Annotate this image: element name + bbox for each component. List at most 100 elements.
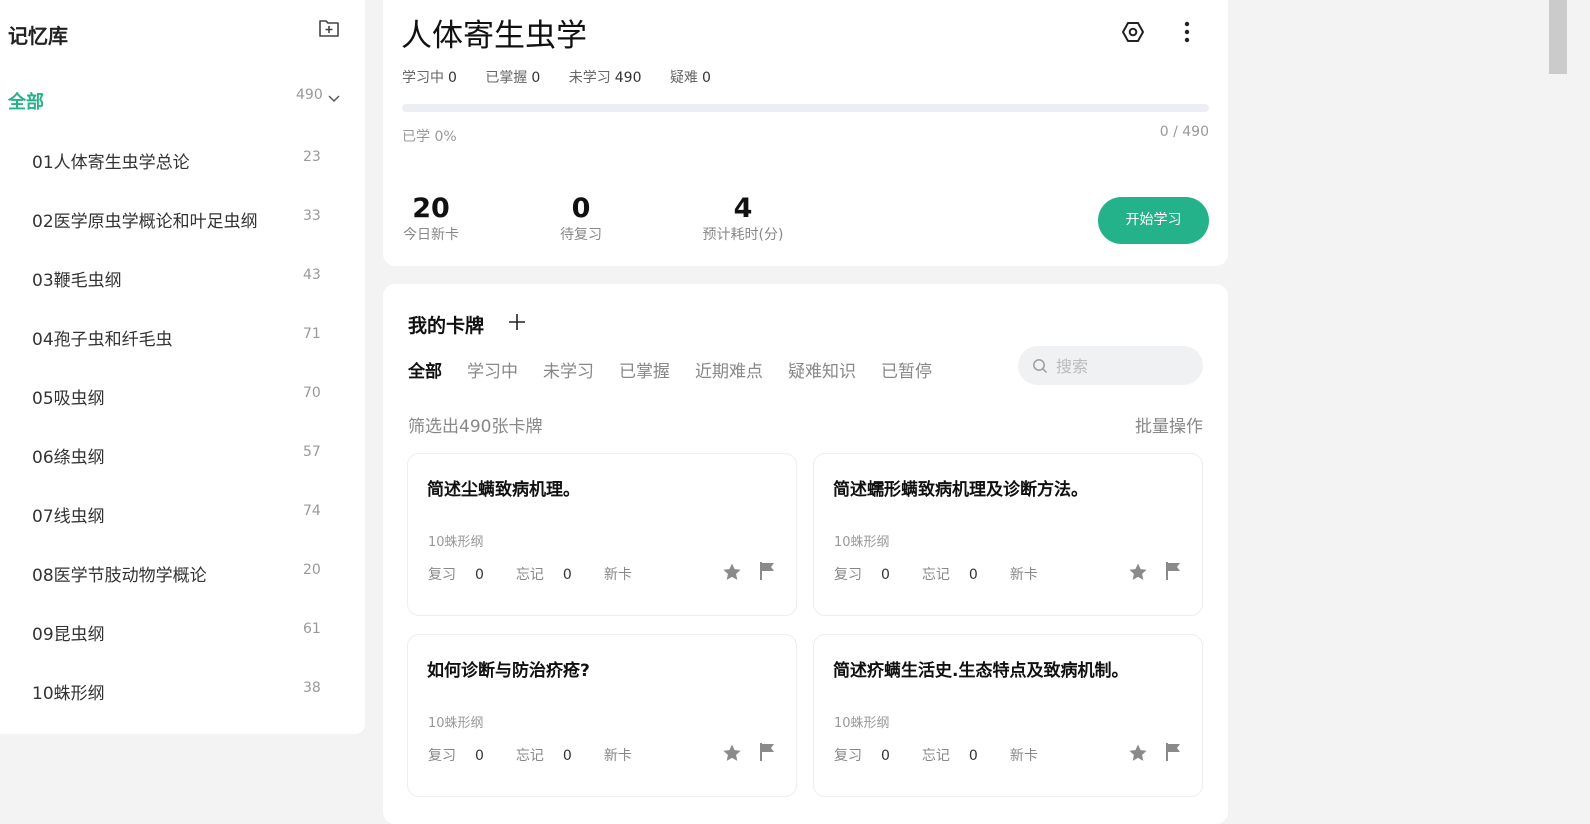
sidebar-all-count: 490 — [296, 87, 323, 103]
sidebar-item-count: 23 — [303, 149, 321, 165]
card-meta: 复习 0 忘记 0 新卡 — [834, 564, 1054, 584]
sidebar-item-label: 05吸虫纲 — [32, 389, 105, 409]
card-filter-tabs: 全部 学习中 未学习 已掌握 近期难点 疑难知识 已暂停 — [408, 357, 957, 382]
scrollbar-thumb[interactable] — [1549, 0, 1567, 74]
sidebar-item-label: 01人体寄生虫学总论 — [32, 153, 190, 173]
flag-icon[interactable] — [758, 742, 776, 762]
learned-ratio: 0 / 490 — [1159, 124, 1209, 140]
card-item[interactable]: 简述疥螨生活史.生态特点及致病机制。 10蛛形纲 复习 0 忘记 0 新卡 — [813, 634, 1203, 797]
settings-icon[interactable] — [1121, 20, 1145, 44]
card-forget: 忘记 0 — [921, 567, 978, 583]
tab-unlearned[interactable]: 未学习 — [543, 357, 594, 382]
sidebar: 记忆库 全部 490 01人体寄生虫学总论 23 02医学原虫学概论和叶足虫纲 … — [0, 0, 365, 734]
sidebar-item-label: 07线虫纲 — [32, 507, 105, 527]
star-icon[interactable] — [722, 562, 742, 582]
start-study-button[interactable]: 开始学习 — [1098, 197, 1209, 244]
stat-unlearned: 未学习 490 — [568, 70, 642, 86]
tab-all[interactable]: 全部 — [408, 357, 442, 382]
sidebar-item-count: 33 — [303, 208, 321, 224]
stat-learning: 学习中 0 — [402, 70, 457, 86]
flag-icon[interactable] — [758, 561, 776, 581]
sidebar-item[interactable]: 01人体寄生虫学总论 23 — [0, 139, 365, 179]
card-question: 简述尘螨致病机理。 — [427, 480, 580, 500]
search-input[interactable] — [1054, 355, 1198, 377]
deck-overview-panel: 人体寄生虫学 学习中 0 已掌握 0 未学习 490 疑难 0 已学 0% 0 / 49… — [383, 0, 1228, 266]
sidebar-item-label: 09昆虫纲 — [32, 625, 105, 645]
sidebar-item-label: 03鞭毛虫纲 — [32, 271, 122, 291]
card-question: 简述疥螨生活史.生态特点及致病机制。 — [833, 661, 1129, 681]
add-folder-icon[interactable] — [318, 17, 340, 39]
metric-label: 预计耗时(分) — [702, 227, 784, 243]
card-review: 复习 0 — [834, 748, 890, 764]
scrollbar-track[interactable] — [1548, 0, 1568, 817]
tab-recent-difficult[interactable]: 近期难点 — [695, 357, 763, 382]
metric-label: 今日新卡 — [403, 227, 459, 243]
sidebar-item[interactable]: 10蛛形纲 38 — [0, 670, 365, 710]
sidebar-item-count: 20 — [303, 562, 321, 578]
card-status: 新卡 — [1009, 748, 1038, 764]
stat-difficult: 疑难 0 — [669, 70, 711, 86]
chevron-down-icon[interactable] — [327, 91, 341, 105]
card-item[interactable]: 简述蠕形螨致病机理及诊断方法。 10蛛形纲 复习 0 忘记 0 新卡 — [813, 453, 1203, 616]
sidebar-title: 记忆库 — [8, 24, 68, 48]
search-box — [1018, 346, 1203, 385]
tab-mastered[interactable]: 已掌握 — [619, 357, 670, 382]
sidebar-item[interactable]: 06绦虫纲 57 — [0, 434, 365, 474]
sidebar-item-label: 06绦虫纲 — [32, 448, 105, 468]
card-meta: 复习 0 忘记 0 新卡 — [428, 745, 648, 765]
sidebar-item-count: 43 — [303, 267, 321, 283]
card-item[interactable]: 简述尘螨致病机理。 10蛛形纲 复习 0 忘记 0 新卡 — [407, 453, 797, 616]
card-review: 复习 0 — [834, 567, 890, 583]
card-forget: 忘记 0 — [515, 748, 572, 764]
card-meta: 复习 0 忘记 0 新卡 — [428, 564, 648, 584]
card-forget: 忘记 0 — [515, 567, 572, 583]
flag-icon[interactable] — [1164, 742, 1182, 762]
plus-icon[interactable] — [507, 312, 527, 332]
card-category: 10蛛形纲 — [834, 716, 890, 731]
sidebar-item[interactable]: 09昆虫纲 61 — [0, 611, 365, 651]
cards-panel: 我的卡牌 全部学习中未学习已掌握近期难点疑难知识已暂停 筛选出490张卡牌 批量… — [383, 284, 1228, 824]
sidebar-item[interactable]: 02医学原虫学概论和叶足虫纲 33 — [0, 198, 365, 238]
card-status: 新卡 — [603, 567, 632, 583]
sidebar-item[interactable]: 08医学节肢动物学概论 20 — [0, 552, 365, 592]
metric-label: 待复习 — [560, 227, 602, 243]
tab-paused[interactable]: 已暂停 — [881, 357, 932, 382]
card-meta: 复习 0 忘记 0 新卡 — [834, 745, 1054, 765]
metric-due-review: 0 待复习 — [551, 192, 611, 244]
sidebar-item-count: 74 — [303, 503, 321, 519]
learned-percent: 已学 0% — [402, 129, 457, 145]
tab-learning[interactable]: 学习中 — [467, 357, 518, 382]
flag-icon[interactable] — [1164, 561, 1182, 581]
deck-stats: 学习中 0 已掌握 0 未学习 490 疑难 0 — [402, 67, 735, 87]
card-category: 10蛛形纲 — [428, 535, 484, 550]
batch-operations-link[interactable]: 批量操作 — [1135, 412, 1203, 437]
card-category: 10蛛形纲 — [834, 535, 890, 550]
filter-count: 筛选出490张卡牌 — [408, 417, 543, 437]
search-icon — [1033, 359, 1047, 373]
sidebar-item-count: 71 — [303, 326, 321, 342]
star-icon[interactable] — [722, 743, 742, 763]
sidebar-item-label: 02医学原虫学概论和叶足虫纲 — [32, 212, 258, 232]
sidebar-item-all[interactable]: 全部 — [8, 88, 44, 114]
progress-bar — [402, 104, 1209, 112]
deck-title: 人体寄生虫学 — [401, 18, 587, 54]
metric-value: 0 — [571, 193, 591, 224]
stat-mastered: 已掌握 0 — [485, 70, 541, 86]
sidebar-item-label: 08医学节肢动物学概论 — [32, 566, 207, 586]
sidebar-item[interactable]: 03鞭毛虫纲 43 — [0, 257, 365, 297]
star-icon[interactable] — [1128, 743, 1148, 763]
card-question: 如何诊断与防治疥疮? — [427, 661, 590, 681]
sidebar-item[interactable]: 05吸虫纲 70 — [0, 375, 365, 415]
sidebar-item-count: 38 — [303, 680, 321, 696]
star-icon[interactable] — [1128, 562, 1148, 582]
card-category: 10蛛形纲 — [428, 716, 484, 731]
metric-new-today: 20 今日新卡 — [401, 192, 461, 244]
sidebar-item-label: 10蛛形纲 — [32, 684, 105, 704]
card-review: 复习 0 — [428, 567, 484, 583]
metric-value: 20 — [412, 193, 450, 224]
tab-difficult-knowledge[interactable]: 疑难知识 — [788, 357, 856, 382]
card-item[interactable]: 如何诊断与防治疥疮? 10蛛形纲 复习 0 忘记 0 新卡 — [407, 634, 797, 797]
sidebar-item[interactable]: 07线虫纲 74 — [0, 493, 365, 533]
more-vertical-icon[interactable] — [1176, 20, 1198, 44]
sidebar-item[interactable]: 04孢子虫和纤毛虫 71 — [0, 316, 365, 356]
